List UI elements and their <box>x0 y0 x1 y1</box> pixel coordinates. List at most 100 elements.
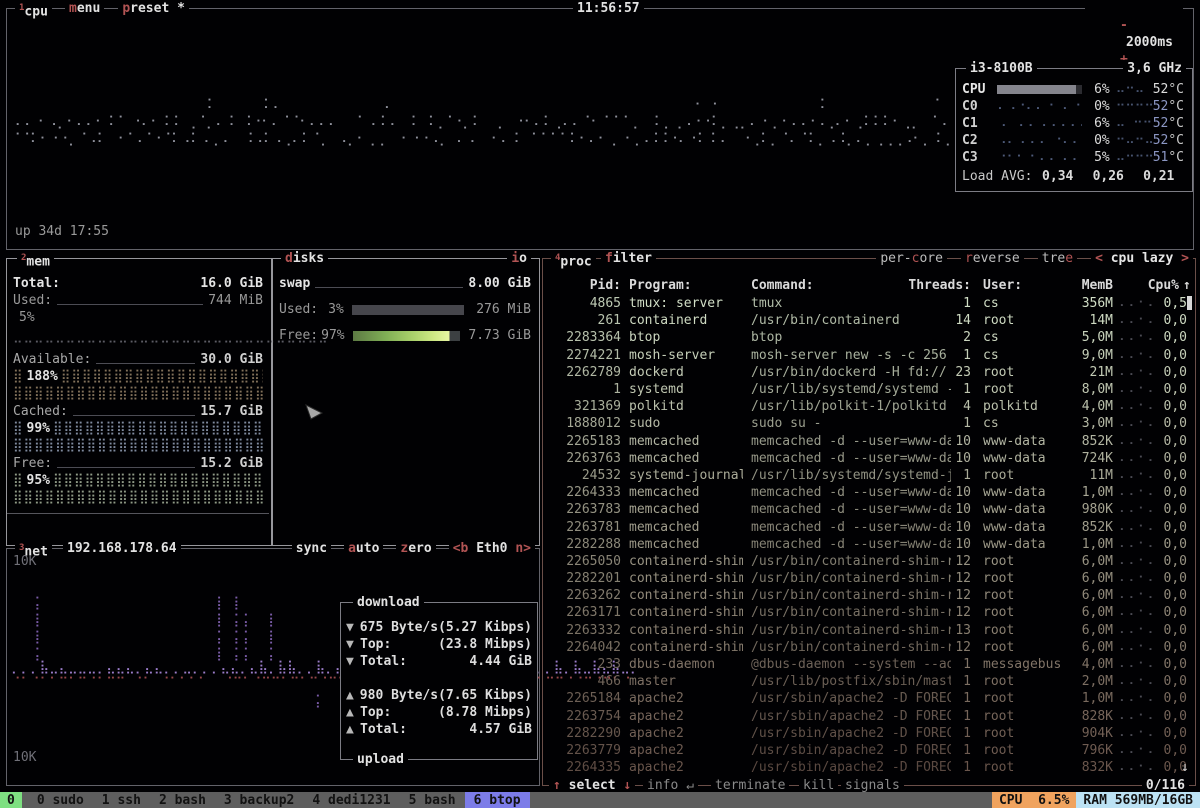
process-row[interactable]: 466master/usr/lib/postfix/sbin/master1ro… <box>551 673 1187 690</box>
proc-pid: 2265050 <box>551 553 621 570</box>
process-row[interactable]: 261containerd/usr/bin/containerd14root14… <box>551 312 1187 329</box>
net-button-sync[interactable]: sync <box>292 540 331 557</box>
proc-user: www-data <box>983 450 1067 467</box>
process-row[interactable]: 2263262containerd-shim/usr/bin/container… <box>551 587 1187 604</box>
proc-program: systemd <box>629 381 743 398</box>
proc-threads: 13 <box>951 622 971 639</box>
proc-mem-graph: ⠄⠄⠂⠄⠄⠂ <box>1119 295 1157 312</box>
tmux-window-4-dedi1231[interactable]: 4 dedi1231 <box>303 792 399 808</box>
process-row[interactable]: 2263781memcachedmemcached -d --user=www-… <box>551 518 1187 535</box>
proc-option-per-core[interactable]: per-core <box>876 250 947 267</box>
process-row[interactable]: 2265184apache2/usr/sbin/apache2 -D FOREG… <box>551 690 1187 707</box>
proc-cpu: 0,0 <box>1159 656 1187 673</box>
process-row[interactable]: 24532systemd-journal/usr/lib/systemd/sys… <box>551 467 1187 484</box>
proc-cpu: 0,0 <box>1159 570 1187 587</box>
process-row[interactable]: 2265183memcachedmemcached -d --user=www-… <box>551 433 1187 450</box>
proc-command: memcached -d --user=www-data <box>751 501 951 518</box>
proc-command: memcached -d --user=www-data <box>751 536 951 553</box>
process-row[interactable]: 2282201containerd-shim/usr/bin/container… <box>551 570 1187 587</box>
proc-user: cs <box>983 347 1067 364</box>
proc-sort-selector[interactable]: < cpu lazy > <box>1091 250 1193 267</box>
process-row[interactable]: 4865tmux: servertmux1cs356M⠄⠄⠂⠄⠄⠂0,5 <box>551 295 1187 312</box>
tmux-window-6-btop[interactable]: 6 btop <box>465 792 530 808</box>
proc-user: root <box>983 673 1067 690</box>
proc-user: www-data <box>983 501 1067 518</box>
process-row[interactable]: 1888012sudosudo su -1cs3,0M⠄⠄⠂⠄⠄⠂0,0 <box>551 415 1187 432</box>
disk-size: 8.00 GiB <box>468 275 531 292</box>
core-name: C2 <box>962 132 997 149</box>
upload-arrow-icon: ▲ <box>346 687 360 704</box>
proc-option-tree[interactable]: tree <box>1038 250 1077 267</box>
process-row[interactable]: 2263763memcachedmemcached -d --user=www-… <box>551 450 1187 467</box>
mem-section-pct: 188% <box>24 368 61 385</box>
tmux-session-badge[interactable]: 0 <box>0 792 22 808</box>
uptime-label: up 34d 17:55 <box>15 223 109 240</box>
tmux-window-3-backup2[interactable]: 3 backup2 <box>215 792 303 808</box>
proc-user: root <box>983 708 1067 725</box>
proc-program: mosh-server <box>629 347 743 364</box>
process-row[interactable]: 2264335apache2/usr/sbin/apache2 -D FOREG… <box>551 759 1187 776</box>
proc-command: /usr/lib/postfix/sbin/master <box>751 673 951 690</box>
process-row[interactable]: 2263783memcachedmemcached -d --user=www-… <box>551 501 1187 518</box>
proc-mem: 14M <box>1067 312 1113 329</box>
tmux-window-2-bash[interactable]: 2 bash <box>150 792 215 808</box>
proc-cpu: 0,0 <box>1159 364 1187 381</box>
process-row[interactable]: 2263754apache2/usr/sbin/apache2 -D FOREG… <box>551 708 1187 725</box>
proc-mem: 828K <box>1067 708 1113 725</box>
col-header-cpu[interactable]: Cpu% <box>1119 277 1179 294</box>
proc-mem: 1,0M <box>1067 484 1113 501</box>
proc-program: btop <box>629 329 743 346</box>
process-row[interactable]: 2283364btopbtop2cs5,0M⠄⠄⠂⠄⠄⠂0,0 <box>551 329 1187 346</box>
proc-pid: 2265184 <box>551 690 621 707</box>
col-header-command[interactable]: Command: <box>751 277 814 294</box>
process-row[interactable]: 2263779apache2/usr/sbin/apache2 -D FOREG… <box>551 742 1187 759</box>
process-row[interactable]: 2263332containerd-shim/usr/bin/container… <box>551 622 1187 639</box>
col-header-pid[interactable]: Pid: <box>551 277 621 294</box>
proc-program: memcached <box>629 501 743 518</box>
core-usage-pct: 5% <box>1082 149 1110 166</box>
proc-filter-button[interactable]: filter <box>601 250 656 267</box>
proc-scroll-down-arrow[interactable]: ↓ <box>1181 759 1189 776</box>
process-row[interactable]: 2282288memcachedmemcached -d --user=www-… <box>551 536 1187 553</box>
net-button-zero[interactable]: zero <box>396 540 435 557</box>
core-usage-pct: 6% <box>1082 81 1110 98</box>
mem-used-label: Used: <box>13 292 52 309</box>
process-row[interactable]: 233dbus-daemon@dbus-daemon --system --ad… <box>551 656 1187 673</box>
process-row[interactable]: 2265050containerd-shim/usr/bin/container… <box>551 553 1187 570</box>
process-row[interactable]: 2264333memcachedmemcached -d --user=www-… <box>551 484 1187 501</box>
titlebar-button-p[interactable]: preset * <box>118 0 189 17</box>
col-header-threads[interactable]: Threads: <box>901 277 971 294</box>
col-header-user[interactable]: User: <box>983 277 1022 294</box>
proc-cpu: 0,0 <box>1159 450 1187 467</box>
col-header-program[interactable]: Program: <box>629 277 692 294</box>
process-row[interactable]: 2282290apache2/usr/sbin/apache2 -D FOREG… <box>551 725 1187 742</box>
net-interface-selector[interactable]: <b Eth0 n> <box>449 540 535 557</box>
proc-mem-graph: ⠄⠄⠂⠄⠄⠂ <box>1119 347 1157 364</box>
col-header-mem[interactable]: MemB <box>1067 277 1113 294</box>
tmux-window-0-sudo[interactable]: 0 sudo <box>28 792 93 808</box>
process-row[interactable]: 1systemd/usr/lib/systemd/systemd --s1roo… <box>551 381 1187 398</box>
process-row[interactable]: 2264042containerd-shim/usr/bin/container… <box>551 639 1187 656</box>
upload-stat-value: 4.57 GiB <box>469 721 532 738</box>
proc-threads: 1 <box>951 295 971 312</box>
process-row[interactable]: 2274221mosh-servermosh-server new -s -c … <box>551 347 1187 364</box>
tmux-window-5-bash[interactable]: 5 bash <box>400 792 465 808</box>
tmux-window-1-ssh[interactable]: 1 ssh <box>93 792 150 808</box>
disks-io-button[interactable]: io <box>507 250 531 267</box>
process-row[interactable]: 2263171containerd-shim/usr/bin/container… <box>551 604 1187 621</box>
proc-command: memcached -d --user=www-data <box>751 519 951 536</box>
proc-user: root <box>983 570 1067 587</box>
proc-threads: 1 <box>951 415 971 432</box>
proc-option-reverse[interactable]: reverse <box>961 250 1024 267</box>
process-row[interactable]: 321369polkitd/usr/lib/polkit-1/polkitd -… <box>551 398 1187 415</box>
proc-mem-graph: ⠄⠄⠂⠄⠄⠂ <box>1119 708 1157 725</box>
mem-used-value: 744 MiB <box>208 292 263 309</box>
titlebar-button-m[interactable]: menu <box>65 0 104 17</box>
proc-threads: 12 <box>951 570 971 587</box>
net-button-auto[interactable]: auto <box>344 540 383 557</box>
core-temp-value: 52°C <box>1153 81 1184 98</box>
proc-scrollbar[interactable] <box>1187 296 1192 310</box>
process-row[interactable]: 2262789dockerd/usr/bin/dockerd -H fd:// … <box>551 364 1187 381</box>
interval-minus-button[interactable]: - <box>1120 18 1128 33</box>
proc-cpu: 0,0 <box>1159 639 1187 656</box>
